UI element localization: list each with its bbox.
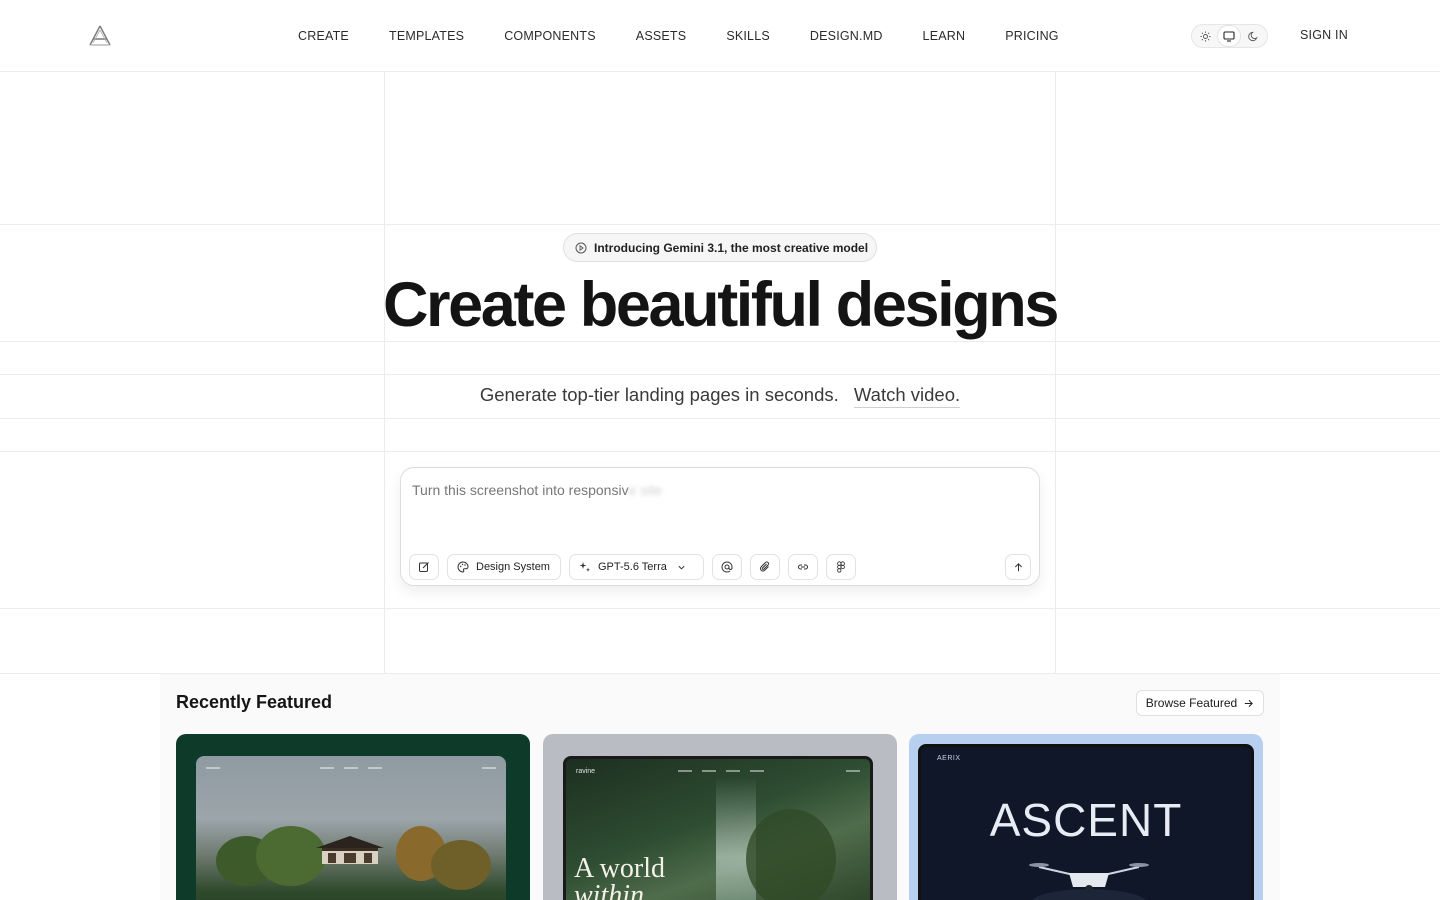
preview-nav: ravine (576, 767, 860, 775)
nav-assets[interactable]: ASSETS (616, 29, 707, 43)
preview-foliage (746, 809, 836, 900)
model-selector[interactable]: GPT-5.6 Terra (568, 554, 704, 580)
attach-button[interactable] (749, 554, 780, 580)
featured-card-japanese-house[interactable] (176, 734, 530, 900)
monitor-icon (1223, 30, 1236, 42)
design-system-button[interactable]: Design System (447, 554, 561, 580)
prompt-toolbar: Design System GPT-5.6 Terra (409, 554, 864, 580)
grid-line-right (1055, 72, 1056, 674)
featured-card-ravine[interactable]: ravine A world within. (543, 734, 897, 900)
dark-theme-button[interactable] (1242, 26, 1264, 46)
preview-drone (1029, 863, 1149, 900)
send-button[interactable] (1005, 554, 1031, 580)
sign-in-link[interactable]: SIGN IN (1300, 28, 1348, 42)
edit-icon (419, 562, 429, 572)
sun-icon (1200, 30, 1211, 42)
browse-featured-button[interactable]: Browse Featured (1136, 690, 1264, 716)
nav-pricing[interactable]: PRICING (985, 29, 1079, 43)
announcement-badge[interactable]: Introducing Gemini 3.1, the most creativ… (563, 233, 877, 262)
site-header: CREATE TEMPLATES COMPONENTS ASSETS SKILL… (0, 0, 1440, 72)
figma-icon (837, 561, 845, 573)
grid-line (0, 418, 1440, 419)
nav-templates[interactable]: TEMPLATES (369, 29, 484, 43)
grid-line (0, 374, 1440, 375)
preview-headline: ASCENT (989, 794, 1183, 846)
link-icon (797, 564, 808, 570)
prompt-typed-text: Turn this screenshot into responsiv (412, 482, 629, 498)
play-circle-icon (575, 242, 587, 253)
hero-subtitle: Generate top-tier landing pages in secon… (0, 384, 1440, 408)
model-label: GPT-5.6 Terra (597, 561, 667, 573)
theme-toggle (1191, 24, 1268, 48)
preview-headline-line2: within. (574, 880, 652, 900)
paperclip-icon (759, 561, 769, 572)
grid-line (0, 224, 1440, 225)
card-preview-image: AERIX ASCENT (918, 744, 1254, 900)
mention-button[interactable] (711, 554, 742, 580)
arrow-right-icon (1245, 699, 1254, 707)
system-theme-button[interactable] (1218, 26, 1241, 46)
nav-design-md[interactable]: DESIGN.MD (790, 29, 903, 43)
prompt-input[interactable]: Turn this screenshot into responsive sit… (412, 482, 662, 498)
preview-nav (206, 764, 496, 772)
light-theme-button[interactable] (1195, 26, 1217, 46)
main-nav: CREATE TEMPLATES COMPONENTS ASSETS SKILL… (278, 0, 1079, 72)
prompt-faded-text: e site (628, 482, 663, 498)
link-button[interactable] (787, 554, 818, 580)
card-preview-image (196, 756, 506, 900)
nav-create[interactable]: CREATE (278, 29, 369, 43)
browse-featured-label: Browse Featured (1145, 696, 1238, 710)
palette-icon (457, 561, 469, 573)
badge-text: Introducing Gemini 3.1, the most creativ… (594, 240, 869, 255)
nav-components[interactable]: COMPONENTS (484, 29, 616, 43)
nav-learn[interactable]: LEARN (903, 29, 986, 43)
preview-brand: AERIX (937, 755, 961, 762)
chevron-down-icon (678, 565, 685, 570)
preview-headline: A world within. (574, 855, 665, 900)
logo-icon[interactable] (88, 24, 112, 48)
featured-title: Recently Featured (176, 692, 333, 712)
preview-tree (431, 840, 491, 890)
card-preview-image: ravine A world within. (563, 756, 873, 900)
edit-button[interactable] (409, 554, 439, 580)
preview-house (316, 836, 384, 864)
featured-card-ascent[interactable]: AERIX ASCENT (909, 734, 1263, 900)
hero-title: Create beautiful designs (382, 270, 1059, 340)
moon-icon (1247, 31, 1258, 41)
preview-headline-line1: A world (574, 853, 665, 884)
watch-video-link[interactable]: Watch video. (853, 384, 961, 408)
grid-line (0, 451, 1440, 452)
grid-line (0, 608, 1440, 609)
figma-import-button[interactable] (825, 554, 856, 580)
subtitle-text: Generate top-tier landing pages in secon… (479, 384, 839, 405)
design-system-label: Design System (476, 561, 550, 573)
sparkles-icon (579, 562, 590, 572)
nav-skills[interactable]: SKILLS (706, 29, 790, 43)
arrow-up-icon (1014, 562, 1022, 571)
prompt-composer[interactable]: Turn this screenshot into responsive sit… (400, 467, 1040, 586)
preview-brand: ravine (576, 767, 596, 775)
grid-line-left (384, 72, 385, 674)
at-sign-icon (721, 561, 733, 573)
